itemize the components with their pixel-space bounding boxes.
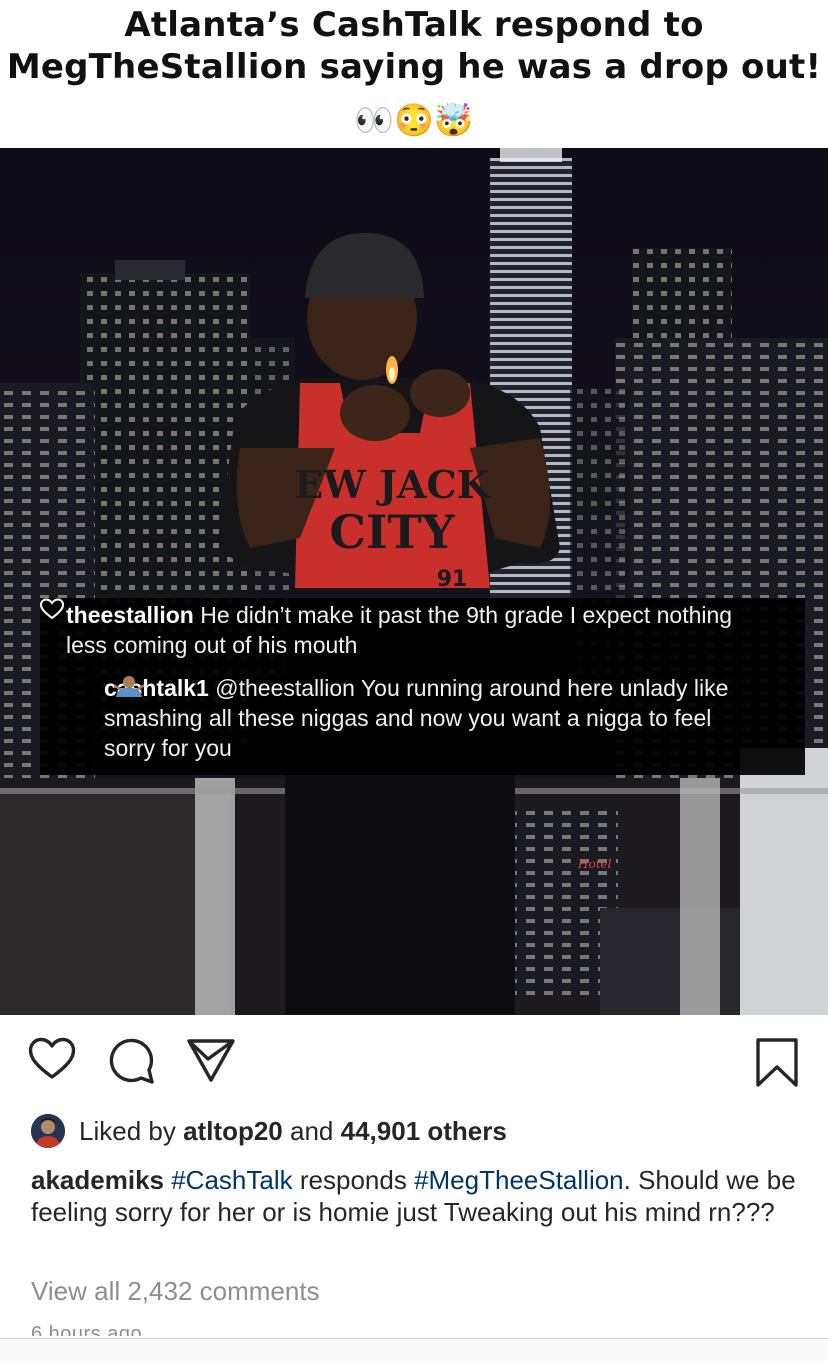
post-image[interactable]: EW JACK CITY 91 Hotel theestallion He di… [0,148,828,1015]
likes-text: Liked by atltop20 and 44,901 others [79,1116,507,1146]
bottom-nav-bar [0,1339,828,1361]
heart-outline-icon [40,598,64,620]
person-shrugging-icon [114,676,144,697]
comment-icon[interactable] [108,1037,156,1085]
send-icon[interactable] [186,1037,236,1083]
post-timestamp: 6 hours ago [31,1323,143,1336]
jersey-text-line2: CITY [329,505,455,559]
headline: Atlanta’s CashTalk respond to MegTheStal… [0,0,828,148]
building-sign: Hotel [577,857,612,871]
liked-by-user[interactable]: atltop20 [183,1116,283,1146]
post-caption: akademiks #CashTalk responds #MegTheeSta… [31,1164,811,1228]
likes-middle: and [290,1116,334,1146]
view-all-comments-link[interactable]: View all 2,432 comments [31,1275,320,1307]
headline-text: Atlanta’s CashTalk respond to MegTheStal… [6,5,822,87]
heart-icon[interactable] [28,1037,76,1081]
comment-theestallion: theestallion He didn’t make it past the … [66,600,746,660]
jersey-number: 91 [437,567,468,592]
headline-emojis: 👀😳🤯 [354,102,474,138]
city-night-scene: EW JACK CITY 91 Hotel [0,148,828,1015]
likes-row[interactable]: Liked by atltop20 and 44,901 others [31,1110,811,1154]
avatar[interactable] [31,1114,65,1148]
likes-prefix: Liked by [79,1116,176,1146]
caption-username[interactable]: akademiks [31,1165,164,1195]
caption-text-1: responds [299,1165,407,1195]
comment-username: theestallion [66,602,194,628]
comment-cashtalk1: cashtalk1 @theestallion You running arou… [104,673,744,763]
hashtag-cashtalk[interactable]: #CashTalk [171,1165,292,1195]
likes-count[interactable]: 44,901 others [341,1116,507,1146]
jersey-text-line1: EW JACK [294,462,492,507]
action-bar [0,1015,828,1107]
bookmark-icon[interactable] [754,1037,800,1089]
hashtag-megtheestallion[interactable]: #MegTheeStallion [414,1165,624,1195]
comment-overlay: theestallion He didn’t make it past the … [40,598,805,775]
